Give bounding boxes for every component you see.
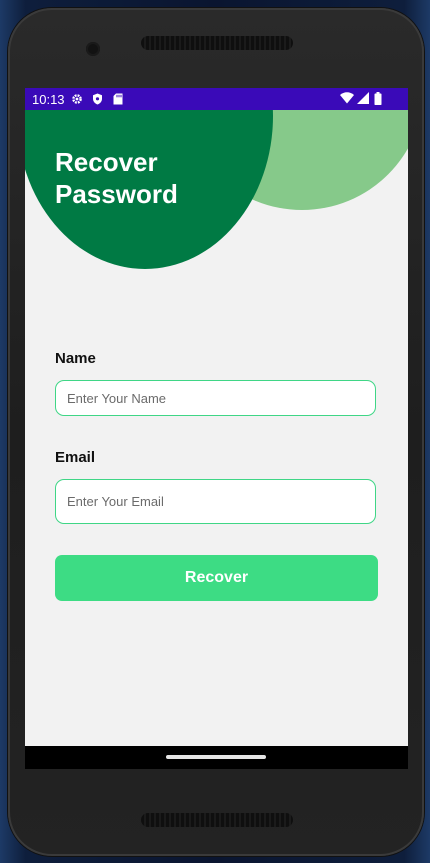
header-decoration: [25, 88, 408, 269]
page-title: Recover Password: [55, 146, 178, 210]
earpiece-speaker: [141, 36, 293, 50]
name-label: Name: [55, 350, 96, 367]
status-time: 10:13: [32, 92, 65, 107]
shield-icon: [93, 93, 102, 105]
home-gesture-handle[interactable]: [166, 755, 266, 759]
page-title-line1: Recover: [55, 147, 158, 177]
name-input[interactable]: [55, 380, 376, 416]
recover-button[interactable]: Recover: [55, 555, 378, 601]
app-screen: 10:13 Recover Password Name Enter Your N…: [25, 88, 408, 769]
page-title-line2: Password: [55, 179, 178, 209]
email-input[interactable]: [55, 479, 376, 524]
sd-card-icon: [113, 93, 123, 105]
cellular-signal-icon: [357, 92, 369, 104]
status-bar: 10:13: [25, 88, 408, 110]
email-label: Email: [55, 449, 96, 466]
front-camera: [86, 42, 100, 56]
battery-icon: [374, 92, 382, 105]
gear-icon: [72, 94, 82, 104]
wifi-icon: [340, 92, 354, 104]
bottom-speaker: [141, 813, 293, 827]
navigation-bar: [25, 746, 408, 769]
